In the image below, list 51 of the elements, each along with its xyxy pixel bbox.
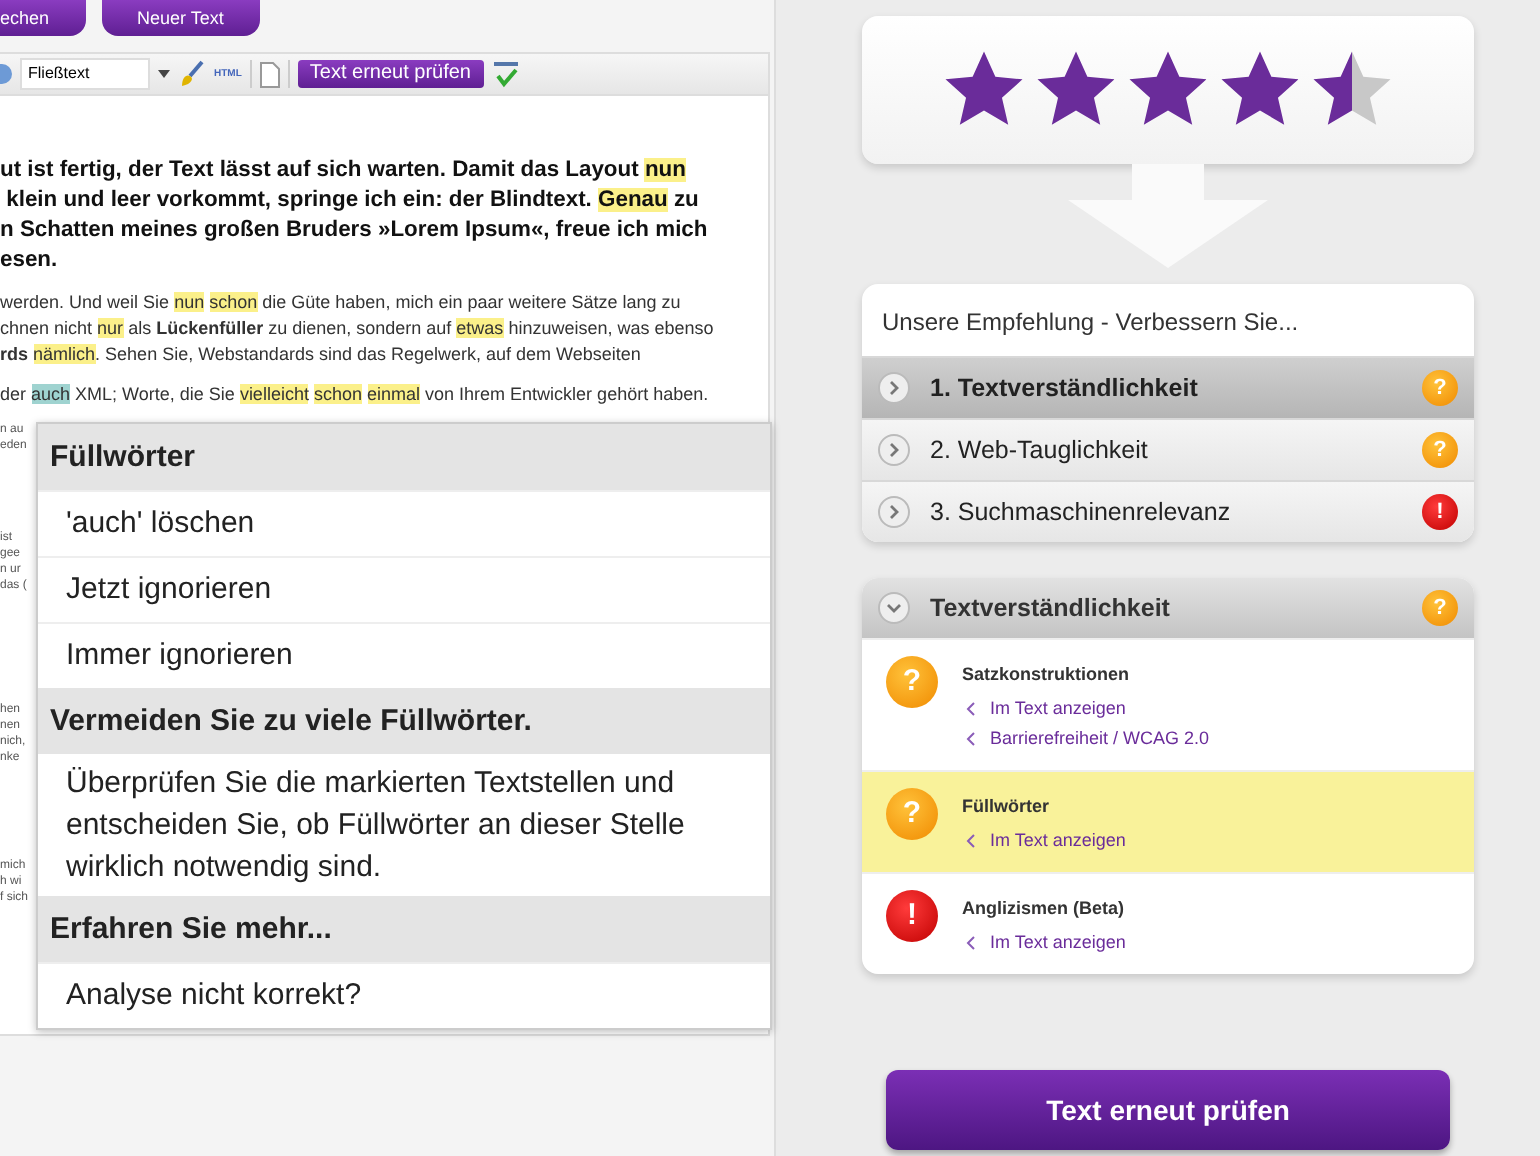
category-row[interactable]: 2. Web-Tauglichkeit ? [862,418,1474,480]
chevron-icon [966,732,976,746]
chevron-icon[interactable] [878,496,910,528]
issue-title: Anglizismen (Beta) [962,898,1126,918]
text-line: ut ist fertig, der Text lässt auf sich warten. Damit das Layout nun [0,156,686,186]
menu-section-title: Füllwörter [38,424,770,490]
chevron-icon[interactable] [878,434,910,466]
menu-item[interactable]: 'auch' löschen [38,490,770,556]
style-dropdown[interactable]: Fließtext [20,58,150,90]
warning-icon: ? [886,788,938,840]
down-arrow-icon [1068,164,1268,268]
toolbar-button[interactable]: Neuer Text [101,0,260,36]
chevron-icon[interactable] [878,592,910,624]
toolbar-button[interactable]: echen [0,0,86,36]
text-line: rds nämlich. Sehen Sie, Webstandards sind das Regelwerk, auf dem Webseiten [0,342,641,368]
brush-icon[interactable] [178,60,206,88]
issue-link[interactable]: Im Text anzeigen [962,694,1126,724]
text-line: n Schatten meines großen Bruders »Lorem Ipsum«, freue ich mich [0,216,708,246]
issue-title: Satzkonstruktionen [962,664,1132,684]
issue-title: Füllwörter [962,796,1052,816]
text-line: werden. Und weil Sie nun schon die Güte haben, mich ein paar weitere Sätze lang zu [0,290,681,316]
details-title: Textverständlichkeit [930,594,1172,622]
caret-icon[interactable] [158,70,170,78]
menu-item[interactable]: Analyse nicht korrekt? [38,962,770,1028]
error-icon: ! [886,890,938,942]
category-row[interactable]: 3. Suchmaschinenrelevanz ! [862,480,1474,542]
issue-link[interactable]: Im Text anzeigen [962,928,1126,958]
recheck-button[interactable]: Text erneut prüfen [297,60,483,88]
chevron-icon [966,936,976,950]
text-line: chnen nicht nur als Lückenfüller zu dienen, sondern auf etwas hinzuweisen, was ebenso [0,316,714,342]
menu-section-title: Vermeiden Sie zu viele Füllwörter. [38,688,770,754]
issue-link[interactable]: Barrierefreiheit / WCAG 2.0 [962,724,1210,754]
recheck-button[interactable]: Text erneut prüfen [886,1070,1450,1150]
chevron-icon[interactable] [878,372,910,404]
text-line: klein und leer vorkommt, springe ich ein: der Blindtext. Genau zu [4,186,699,216]
issue-link[interactable]: Im Text anzeigen [962,826,1126,856]
menu-section-title: Erfahren Sie mehr... [38,896,770,962]
menu-hint-text: Überprüfen Sie die markierten Textstellen und entscheiden Sie, ob Füllwörter an dieser Stelle wirklich notwendig sind. [64,764,687,888]
warning-icon: ? [1422,590,1458,626]
error-icon: ! [1422,494,1458,530]
recommendation-title: Unsere Empfehlung - Verbessern Sie... [880,306,1301,340]
menu-item[interactable]: Jetzt ignorieren [38,556,770,622]
spellcheck-icon[interactable] [491,60,519,88]
chevron-icon [966,702,976,716]
warning-icon: ? [886,656,938,708]
chevron-icon [966,834,976,848]
page-icon[interactable] [259,61,280,87]
warning-icon: ? [1422,432,1458,468]
warning-icon: ? [1422,370,1458,406]
text-line: esen. [0,246,58,276]
category-row[interactable]: 1. Textverständlichkeit ? [862,356,1474,418]
